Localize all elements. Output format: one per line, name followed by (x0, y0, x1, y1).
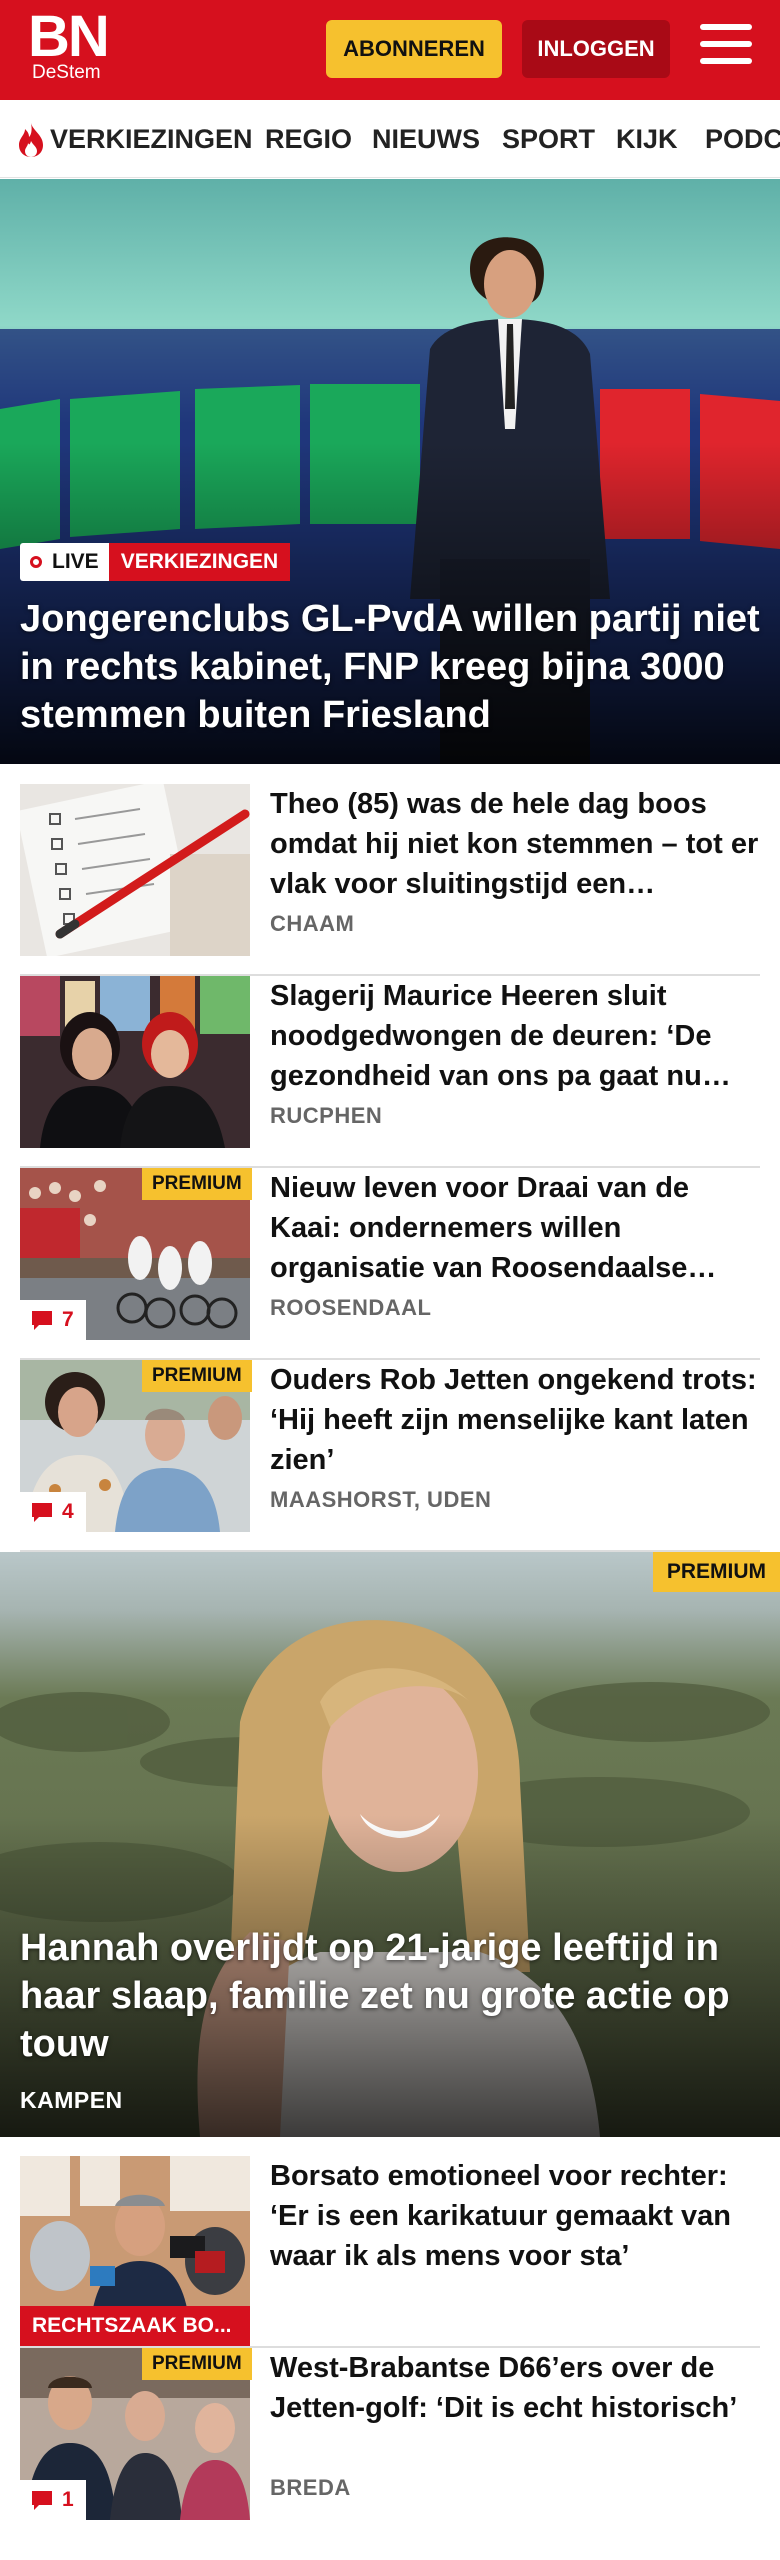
article-location: MAASHORST, UDEN (270, 1487, 492, 1512)
hero-title[interactable]: Jongerenclubs GL-PvdA willen partij niet… (20, 595, 760, 739)
article-thumbnail (20, 784, 250, 956)
list-item[interactable]: RECHTSZAAK BO... Borsato emotioneel voor… (20, 2156, 760, 2348)
live-badge: LIVE (20, 543, 109, 581)
feature-location: KAMPEN (20, 2087, 123, 2113)
list-item[interactable]: PREMIUM 4 Ouders Rob Jetten ongekend tro… (20, 1360, 760, 1552)
subscribe-button[interactable]: ABONNEREN (326, 20, 502, 78)
live-dot-icon (30, 556, 42, 568)
feature-article[interactable]: PREMIUM Hannah overlijdt op 21-jarige le… (0, 1552, 780, 2137)
article-title[interactable]: Nieuw leven voor Draai van de Kaai: onde… (270, 1168, 760, 1288)
article-location: CHAAM (270, 911, 355, 936)
premium-badge: PREMIUM (142, 1360, 252, 1392)
live-label: LIVE (52, 550, 99, 573)
article-title[interactable]: Borsato emotioneel voor rechter: ‘Er is … (270, 2156, 760, 2276)
bn-destem-logo[interactable]: BN DeStem (28, 4, 110, 84)
nav-item-kijk[interactable]: KIJK (616, 120, 678, 158)
article-title[interactable]: Theo (85) was de hele dag boos omdat hij… (270, 784, 760, 904)
premium-badge: PREMIUM (142, 2348, 252, 2380)
article-thumbnail (20, 2156, 250, 2328)
nav-item-nieuws[interactable]: NIEUWS (372, 120, 480, 158)
article-title[interactable]: West-Brabantse D66’ers over de Jetten-go… (270, 2348, 760, 2428)
article-title[interactable]: Ouders Rob Jetten ongekend trots: ‘Hij h… (270, 1360, 760, 1480)
logo-bn-text: BN (28, 4, 110, 69)
speech-bubble-icon (32, 1311, 52, 1330)
list-item[interactable]: Slagerij Maurice Heeren sluit noodgedwon… (20, 976, 760, 1168)
comment-count[interactable]: 7 (20, 1300, 86, 1340)
hero-article[interactable]: LIVE VERKIEZINGEN Jongerenclubs GL-PvdA … (0, 179, 780, 764)
article-location: BREDA (270, 2475, 351, 2500)
list-item[interactable]: PREMIUM 1 West-Brabantse D66’ers over de… (20, 2348, 760, 2540)
list-item[interactable]: Theo (85) was de hele dag boos omdat hij… (20, 784, 760, 976)
article-location: RUCPHEN (270, 1103, 383, 1128)
nav-item-verkiezingen[interactable]: VERKIEZINGEN (50, 120, 253, 158)
hero-tags: LIVE VERKIEZINGEN (20, 543, 291, 581)
comment-count-value: 4 (62, 1500, 74, 1523)
logo-destem-text: DeStem (32, 62, 101, 83)
article-title[interactable]: Slagerij Maurice Heeren sluit noodgedwon… (270, 976, 760, 1096)
comment-count[interactable]: 1 (20, 2480, 86, 2520)
comment-count[interactable]: 4 (20, 1492, 86, 1532)
login-button[interactable]: INLOGGEN (522, 20, 670, 78)
comment-count-value: 1 (62, 2488, 74, 2511)
section-tag[interactable]: RECHTSZAAK BO... (20, 2306, 250, 2346)
article-thumbnail (20, 976, 250, 1148)
nav-item-podcast[interactable]: PODCAST (705, 120, 780, 158)
premium-badge: PREMIUM (652, 1552, 780, 1592)
flame-icon (19, 123, 43, 157)
speech-bubble-icon (32, 2491, 52, 2510)
section-badge[interactable]: VERKIEZINGEN (108, 543, 291, 581)
article-location: ROOSENDAAL (270, 1295, 432, 1320)
feature-title[interactable]: Hannah overlijdt op 21-jarige leeftijd i… (20, 1924, 760, 2068)
list-item[interactable]: PREMIUM 7 Nieuw leven voor Draai van de … (20, 1168, 760, 1360)
site-header: BN DeStem ABONNEREN INLOGGEN (0, 0, 780, 100)
comment-count-value: 7 (62, 1308, 74, 1331)
nav-item-regio[interactable]: REGIO (265, 120, 352, 158)
section-nav: VERKIEZINGEN REGIO NIEUWS SPORT KIJK POD… (0, 100, 780, 178)
nav-item-sport[interactable]: SPORT (502, 120, 595, 158)
premium-badge: PREMIUM (142, 1168, 252, 1200)
speech-bubble-icon (32, 1503, 52, 1522)
hamburger-menu-icon[interactable] (700, 24, 752, 72)
